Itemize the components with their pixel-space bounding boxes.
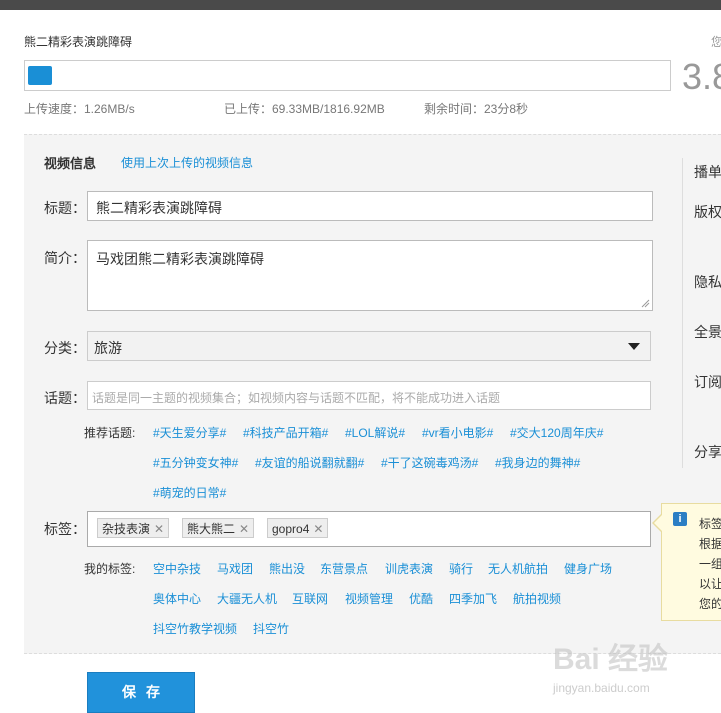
my-tag[interactable]: 抖空竹 xyxy=(253,620,289,637)
title-input[interactable]: 熊二精彩表演跳障碍 xyxy=(87,191,653,221)
tip-line: 标签 xyxy=(699,517,721,531)
my-tag[interactable]: 空中杂技 xyxy=(153,560,201,577)
tag-chip-label: 杂技表演 xyxy=(102,522,151,536)
title-input-value: 熊二精彩表演跳障碍 xyxy=(96,200,222,216)
category-label: 分类： xyxy=(44,340,86,356)
top-bar xyxy=(0,0,721,10)
upload-percent: 3.8 xyxy=(682,56,721,97)
recommended-topic[interactable]: #萌宠的日常# xyxy=(153,484,226,501)
close-icon[interactable]: ✕ xyxy=(154,522,164,536)
topic-input-placeholder: 话题是同一主题的视频集合；如视频内容与话题不匹配，将不能成功进入话题 xyxy=(92,391,501,405)
tip-arrow-inner xyxy=(654,515,662,531)
subscribe-label: 订阅 xyxy=(694,374,721,390)
my-tag[interactable]: 熊出没 xyxy=(269,560,305,577)
recommended-topic[interactable]: #vr看小电影# xyxy=(422,424,493,441)
my-tag[interactable]: 航拍视频 xyxy=(513,590,561,607)
recommended-topic[interactable]: #友谊的船说翻就翻# xyxy=(255,454,364,471)
intro-textarea-value: 马戏团熊二精彩表演跳障碍 xyxy=(96,251,264,267)
tip-line: 以让 xyxy=(699,577,721,591)
my-tag[interactable]: 优酷 xyxy=(409,590,433,607)
recommended-topic[interactable]: #交大120周年庆# xyxy=(510,424,603,441)
my-tag[interactable]: 大疆无人机 xyxy=(217,590,277,607)
my-tag[interactable]: 健身广场 xyxy=(564,560,612,577)
tag-chip-label: gopro4 xyxy=(272,522,310,536)
close-icon[interactable]: ✕ xyxy=(239,522,249,536)
title-label: 标题： xyxy=(44,200,86,216)
info-icon: i xyxy=(673,512,687,526)
recommended-topic[interactable]: #LOL解说# xyxy=(345,424,405,441)
chevron-down-icon xyxy=(628,343,640,350)
my-tag[interactable]: 互联网 xyxy=(292,590,328,607)
upload-progress-bar xyxy=(24,60,671,91)
share-label: 分享 xyxy=(694,444,721,460)
recommended-topic[interactable]: #天生爱分享# xyxy=(153,424,226,441)
my-tag[interactable]: 抖空竹教学视频 xyxy=(153,620,237,637)
my-tag[interactable]: 奥体中心 xyxy=(153,590,201,607)
category-select[interactable]: 旅游 xyxy=(87,331,651,361)
recommended-topic[interactable]: #五分钟变女神# xyxy=(153,454,238,471)
topic-input[interactable]: 话题是同一主题的视频集合；如视频内容与话题不匹配，将不能成功进入话题 xyxy=(87,381,651,410)
progress-fill xyxy=(28,66,52,85)
tip-line: 您的 xyxy=(699,597,721,611)
my-tags-label: 我的标签: xyxy=(84,562,136,576)
remaining-time: 剩余时间：23分8秒 xyxy=(424,102,529,116)
recommended-topic[interactable]: #我身边的舞神# xyxy=(495,454,580,471)
privacy-label: 隐私 xyxy=(694,274,721,290)
my-tag[interactable]: 四季加飞 xyxy=(449,590,497,607)
use-last-info-link[interactable]: 使用上次上传的视频信息 xyxy=(121,154,253,171)
my-tag[interactable]: 训虎表演 xyxy=(385,560,433,577)
playlist-label: 播单 xyxy=(694,164,721,180)
topic-label: 话题： xyxy=(44,390,86,406)
uploaded-size: 已上传：69.33MB/1816.92MB xyxy=(224,102,385,116)
corner-text: 您 xyxy=(711,35,721,49)
intro-textarea[interactable]: 马戏团熊二精彩表演跳障碍 xyxy=(87,240,653,311)
watermark-logo: Bai 经验 xyxy=(553,643,669,676)
tip-line: 一组 xyxy=(699,557,721,571)
tag-chip: 熊大熊二 ✕ xyxy=(182,518,255,538)
panel-divider xyxy=(682,158,683,468)
tags-label: 标签： xyxy=(44,521,86,537)
panorama-label: 全景 xyxy=(694,324,721,340)
my-tag[interactable]: 马戏团 xyxy=(217,560,253,577)
upload-filename: 熊二精彩表演跳障碍 xyxy=(24,35,133,49)
tags-input[interactable]: 杂技表演 ✕ 熊大熊二 ✕ gopro4 ✕ xyxy=(87,511,651,547)
tip-line: 根据 xyxy=(699,537,721,551)
my-tag[interactable]: 东营景点 xyxy=(320,560,368,577)
close-icon[interactable]: ✕ xyxy=(313,522,323,536)
copyright-label: 版权 xyxy=(694,204,721,220)
section-title: 视频信息 xyxy=(44,156,97,171)
category-select-value: 旅游 xyxy=(94,340,122,356)
tag-chip-label: 熊大熊二 xyxy=(187,522,236,536)
my-tag[interactable]: 视频管理 xyxy=(345,590,393,607)
my-tag[interactable]: 无人机航拍 xyxy=(488,560,548,577)
upload-speed: 上传速度：1.26MB/s xyxy=(24,102,135,116)
intro-label: 简介： xyxy=(44,250,86,266)
tag-chip: 杂技表演 ✕ xyxy=(97,518,170,538)
my-tag[interactable]: 骑行 xyxy=(449,560,473,577)
save-button[interactable]: 保存 xyxy=(87,672,195,713)
recommended-topics-label: 推荐话题: xyxy=(84,426,136,440)
resize-handle-icon[interactable] xyxy=(641,299,650,308)
recommended-topic[interactable]: #科技产品开箱# xyxy=(243,424,328,441)
watermark-url: jingyan.baidu.com xyxy=(553,681,650,695)
tag-chip: gopro4 ✕ xyxy=(267,518,329,538)
recommended-topic[interactable]: #干了这碗毒鸡汤# xyxy=(381,454,478,471)
